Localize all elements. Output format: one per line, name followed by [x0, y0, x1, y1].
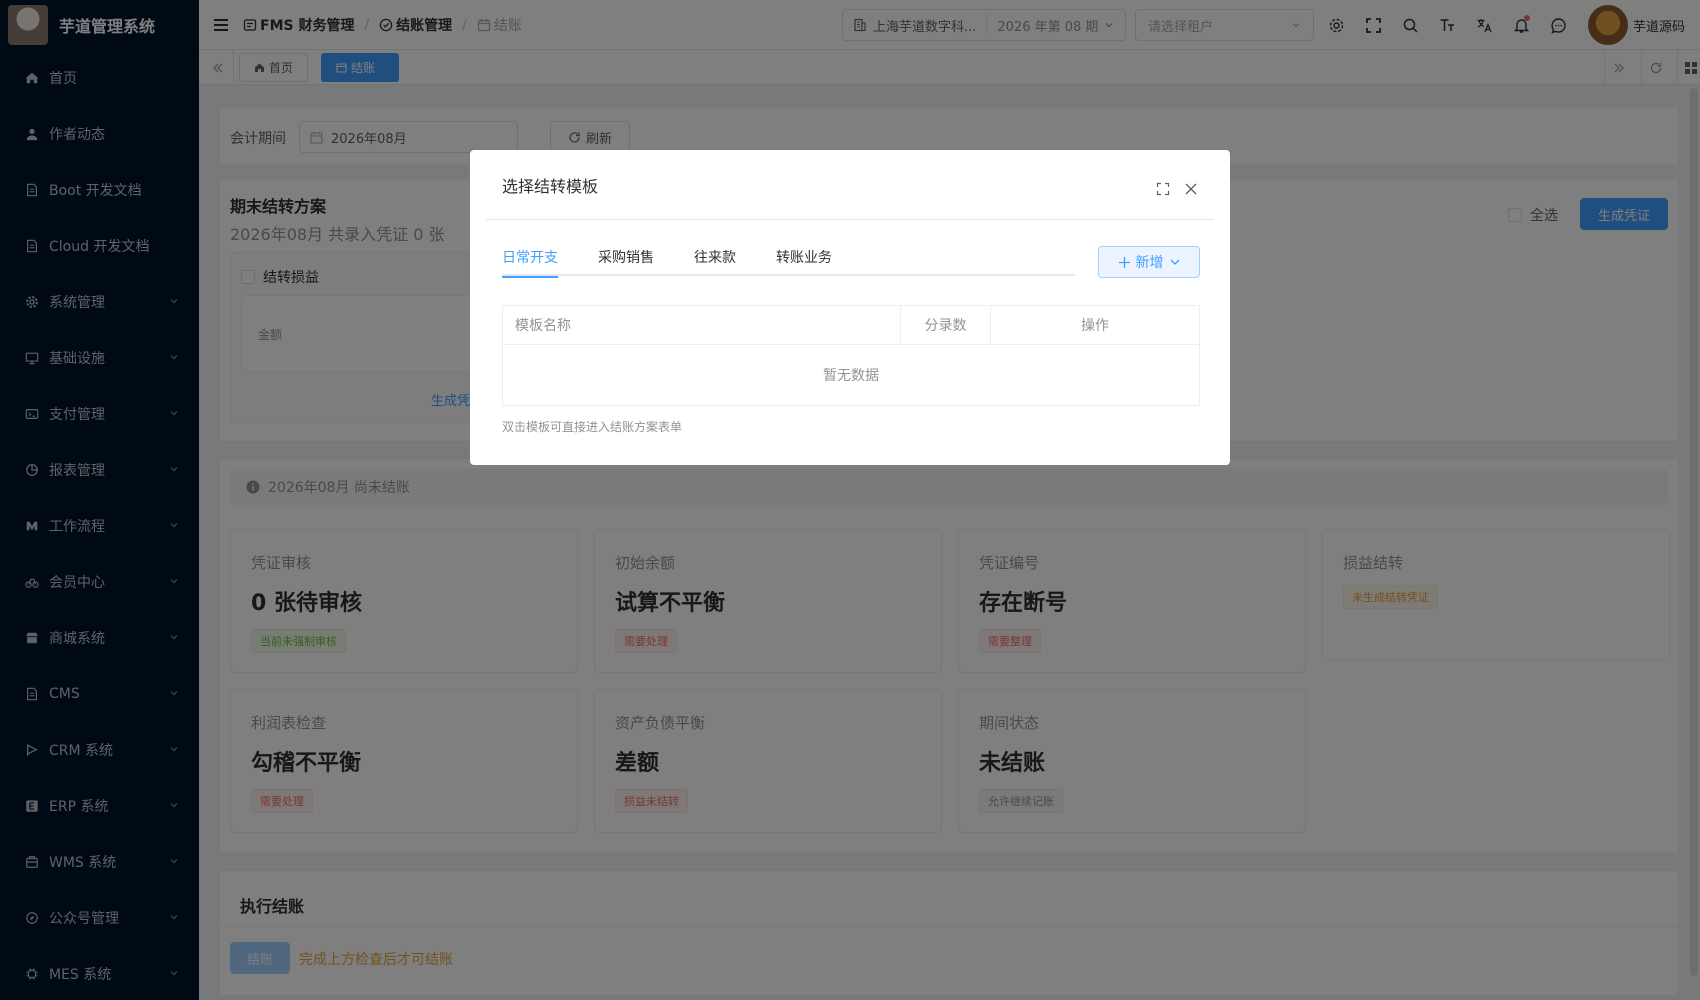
- close-icon[interactable]: [1184, 182, 1198, 196]
- dialog-header: 选择结转模板: [486, 150, 1214, 220]
- maximize-icon[interactable]: [1156, 182, 1170, 196]
- add-template-button[interactable]: 新增: [1098, 246, 1200, 278]
- dialog-tabs: 日常开支 采购销售 往来款 转账业务: [502, 238, 1075, 278]
- column-header-actions: 操作: [1081, 318, 1109, 334]
- table-empty: 暂无数据: [823, 368, 879, 384]
- dialog-actions: [1156, 182, 1198, 196]
- tab-daily-expense[interactable]: 日常开支: [502, 238, 558, 278]
- dialog-title: 选择结转模板: [502, 176, 599, 196]
- template-table: 模板名称 分录数 操作 暂无数据: [502, 305, 1200, 406]
- tab-transfer[interactable]: 转账业务: [776, 238, 832, 276]
- table-header: 模板名称 分录数 操作: [503, 306, 1199, 345]
- tab-receivables[interactable]: 往来款: [694, 238, 736, 276]
- chevron-down-icon: [1170, 259, 1179, 265]
- template-dialog: 选择结转模板 日常开支 采购销售 往来款 转账业务 新增 模板名称 分录数 操作…: [470, 150, 1230, 465]
- dialog-hint: 双击模板可直接进入结账方案表单: [502, 420, 683, 434]
- plus-icon: [1118, 256, 1130, 268]
- add-label: 新增: [1135, 255, 1164, 271]
- column-header-entries: 分录数: [901, 306, 991, 344]
- column-header-name: 模板名称: [503, 306, 901, 344]
- tab-purchase-sales[interactable]: 采购销售: [598, 238, 654, 276]
